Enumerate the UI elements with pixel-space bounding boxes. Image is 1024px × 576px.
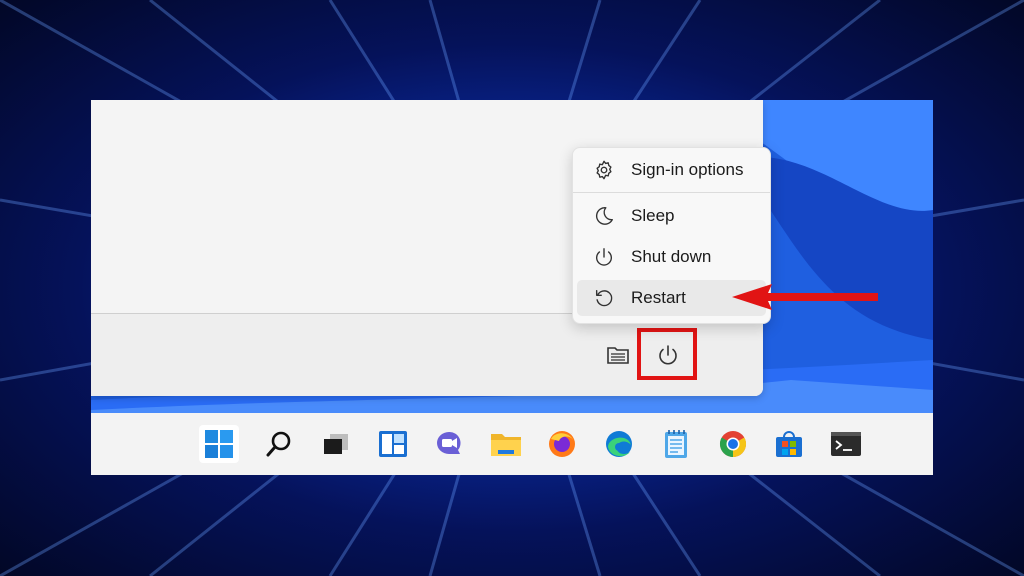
edge-icon[interactable] [602,427,636,461]
power-button-highlight [637,328,697,380]
menu-item-sleep[interactable]: Sleep [577,198,766,234]
menu-item-sign-in-options[interactable]: Sign-in options [577,152,766,188]
search-icon[interactable] [262,427,296,461]
file-explorer-icon[interactable] [489,427,523,461]
chrome-icon[interactable] [716,427,750,461]
widgets-icon[interactable] [376,427,410,461]
moon-icon [591,203,617,229]
menu-item-shut-down[interactable]: Shut down [577,239,766,275]
menu-item-label: Sleep [631,206,675,225]
windows-start-icon[interactable] [199,425,239,463]
terminal-icon[interactable] [829,427,863,461]
task-view-icon[interactable] [319,427,353,461]
menu-item-label: Sign-in options [631,160,744,179]
taskbar [91,413,933,475]
store-icon[interactable] [772,427,806,461]
firefox-icon[interactable] [545,427,579,461]
menu-item-label: Shut down [631,247,712,266]
gear-icon [591,157,617,183]
menu-item-label: Restart [631,288,686,307]
file-explorer-icon[interactable] [605,343,631,367]
red-arrow-annotation [730,282,880,312]
restart-icon [591,285,617,311]
teams-chat-icon[interactable] [432,427,466,461]
notepad-icon[interactable] [659,427,693,461]
menu-separator [573,192,770,193]
power-icon [591,244,617,270]
